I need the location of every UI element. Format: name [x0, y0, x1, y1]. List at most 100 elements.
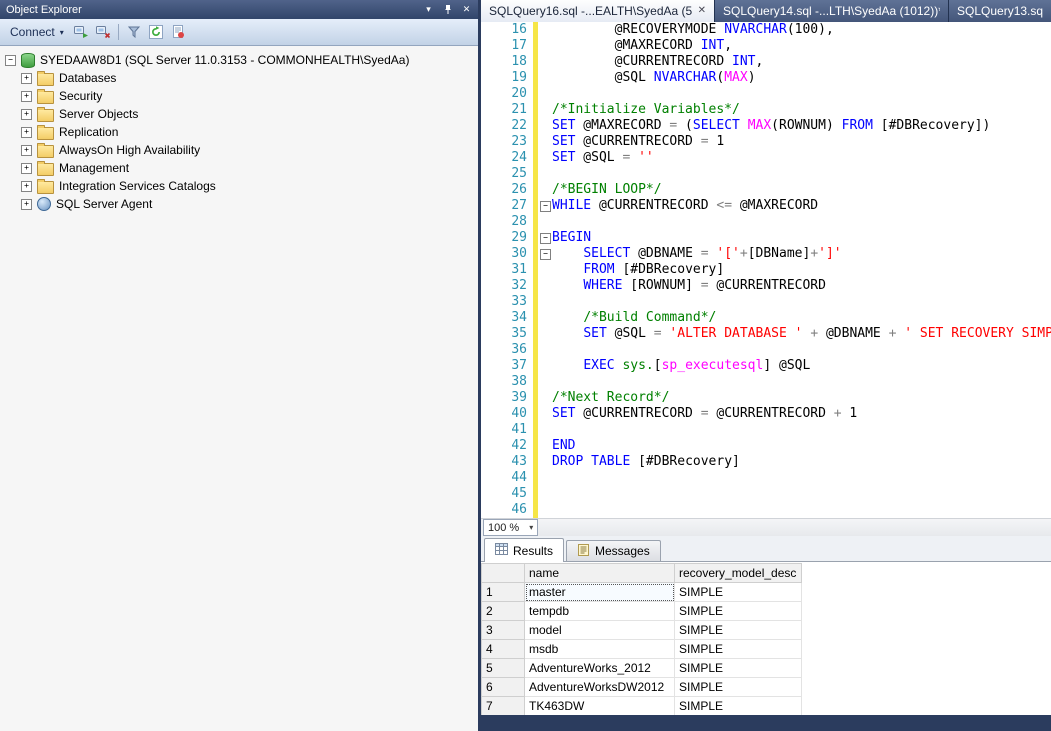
row-header-cell[interactable]: 2	[482, 602, 525, 621]
code-line[interactable]: 44	[481, 470, 1051, 486]
code-line[interactable]: 46	[481, 502, 1051, 518]
line-number: 35	[481, 326, 533, 342]
collapse-icon[interactable]: −	[540, 201, 551, 212]
code-line[interactable]: 19 @SQL NVARCHAR(MAX)	[481, 70, 1051, 86]
tree-node-server[interactable]: −SYEDAAW8D1 (SQL Server 11.0.3153 - COMM…	[0, 51, 478, 69]
code-line[interactable]: 17 @MAXRECORD INT,	[481, 38, 1051, 54]
code-token: WHILE	[552, 198, 591, 213]
sidebar-item-sql-server-agent[interactable]: +SQL Server Agent	[0, 195, 478, 213]
code-line[interactable]: 26/*BEGIN LOOP*/	[481, 182, 1051, 198]
window-menu-icon[interactable]: ▾	[421, 3, 436, 17]
collapse-icon[interactable]: −	[5, 55, 16, 66]
expand-icon[interactable]: +	[21, 163, 32, 174]
sidebar-item-security[interactable]: +Security	[0, 87, 478, 105]
sql-editor[interactable]: 16 @RECOVERYMODE NVARCHAR(100),17 @MAXRE…	[481, 22, 1051, 518]
close-icon[interactable]: ✕	[459, 3, 474, 17]
grid-cell[interactable]: SIMPLE	[675, 602, 802, 621]
sidebar-item-server-objects[interactable]: +Server Objects	[0, 105, 478, 123]
grid-cell[interactable]: SIMPLE	[675, 659, 802, 678]
zoom-control[interactable]: 100 % ▾	[483, 519, 538, 536]
grid-cell[interactable]: SIMPLE	[675, 621, 802, 640]
row-header-cell[interactable]: 5	[482, 659, 525, 678]
expand-icon[interactable]: +	[21, 73, 32, 84]
document-tab[interactable]: SQLQuery13.sql	[949, 0, 1051, 22]
reports-icon[interactable]	[168, 22, 188, 42]
connect-server-icon[interactable]	[71, 22, 91, 42]
grid-cell[interactable]: SIMPLE	[675, 678, 802, 697]
pin-icon[interactable]	[440, 3, 455, 17]
grid-cell[interactable]: TK463DW	[525, 697, 675, 716]
grid-cell[interactable]: model	[525, 621, 675, 640]
disconnect-server-icon[interactable]	[93, 22, 113, 42]
code-text: SET @SQL = ''	[552, 150, 1051, 166]
connect-button[interactable]: Connect ▾	[5, 23, 69, 41]
grid-cell[interactable]: SIMPLE	[675, 697, 802, 716]
close-icon[interactable]: ✕	[698, 6, 706, 16]
code-line[interactable]: 32 WHERE [ROWNUM] = @CURRENTRECORD	[481, 278, 1051, 294]
code-line[interactable]: 27−WHILE @CURRENTRECORD <= @MAXRECORD	[481, 198, 1051, 214]
code-line[interactable]: 33	[481, 294, 1051, 310]
filter-icon[interactable]	[124, 22, 144, 42]
code-line[interactable]: 23SET @CURRENTRECORD = 1	[481, 134, 1051, 150]
collapse-icon[interactable]: −	[540, 233, 551, 244]
grid-cell[interactable]: SIMPLE	[675, 583, 802, 602]
fold-margin	[538, 374, 552, 390]
grid-cell[interactable]: SIMPLE	[675, 640, 802, 659]
code-line[interactable]: 36	[481, 342, 1051, 358]
tab-messages[interactable]: Messages	[566, 540, 661, 561]
grid-cell[interactable]: AdventureWorksDW2012	[525, 678, 675, 697]
code-token: NVARCHAR	[724, 22, 787, 37]
code-line[interactable]: 40SET @CURRENTRECORD = @CURRENTRECORD + …	[481, 406, 1051, 422]
row-header-cell[interactable]: 7	[482, 697, 525, 716]
grid-cell[interactable]: tempdb	[525, 602, 675, 621]
grid-cell[interactable]: master	[525, 583, 675, 602]
code-line[interactable]: 20	[481, 86, 1051, 102]
row-header-cell[interactable]: 6	[482, 678, 525, 697]
horizontal-scrollbar[interactable]	[538, 519, 1051, 536]
row-header-cell[interactable]: 1	[482, 583, 525, 602]
expand-icon[interactable]: +	[21, 127, 32, 138]
row-header-cell[interactable]: 4	[482, 640, 525, 659]
refresh-icon[interactable]	[146, 22, 166, 42]
document-tab[interactable]: SQLQuery16.sql -...EALTH\SyedAa (54))*✕	[481, 0, 715, 22]
sidebar-item-replication[interactable]: +Replication	[0, 123, 478, 141]
code-line[interactable]: 43DROP TABLE [#DBRecovery]	[481, 454, 1051, 470]
sidebar-item-alwayson-high-availability[interactable]: +AlwaysOn High Availability	[0, 141, 478, 159]
code-line[interactable]: 16 @RECOVERYMODE NVARCHAR(100),	[481, 22, 1051, 38]
expand-icon[interactable]: +	[21, 199, 32, 210]
grid-header-row: namerecovery_model_desc	[482, 564, 802, 583]
row-header-cell[interactable]: 3	[482, 621, 525, 640]
grid-column-header[interactable]: name	[525, 564, 675, 583]
grid-corner-cell[interactable]	[482, 564, 525, 583]
code-line[interactable]: 30− SELECT @DBNAME = '['+[DBName]+']'	[481, 246, 1051, 262]
code-line[interactable]: 18 @CURRENTRECORD INT,	[481, 54, 1051, 70]
grid-cell[interactable]: msdb	[525, 640, 675, 659]
expand-icon[interactable]: +	[21, 181, 32, 192]
grid-cell[interactable]: AdventureWorks_2012	[525, 659, 675, 678]
code-line[interactable]: 24SET @SQL = ''	[481, 150, 1051, 166]
expand-icon[interactable]: +	[21, 109, 32, 120]
code-line[interactable]: 41	[481, 422, 1051, 438]
code-line[interactable]: 29−BEGIN	[481, 230, 1051, 246]
sidebar-item-integration-services-catalogs[interactable]: +Integration Services Catalogs	[0, 177, 478, 195]
code-line[interactable]: 28	[481, 214, 1051, 230]
tab-results[interactable]: Results	[484, 538, 564, 562]
sidebar-item-databases[interactable]: +Databases	[0, 69, 478, 87]
code-line[interactable]: 35 SET @SQL = 'ALTER DATABASE ' + @DBNAM…	[481, 326, 1051, 342]
code-line[interactable]: 25	[481, 166, 1051, 182]
grid-column-header[interactable]: recovery_model_desc	[675, 564, 802, 583]
code-line[interactable]: 34 /*Build Command*/	[481, 310, 1051, 326]
code-line[interactable]: 38	[481, 374, 1051, 390]
document-tab[interactable]: SQLQuery14.sql -...LTH\SyedAa (1012))*	[715, 0, 949, 22]
code-line[interactable]: 42END	[481, 438, 1051, 454]
code-line[interactable]: 31 FROM [#DBRecovery]	[481, 262, 1051, 278]
code-line[interactable]: 45	[481, 486, 1051, 502]
expand-icon[interactable]: +	[21, 145, 32, 156]
collapse-icon[interactable]: −	[540, 249, 551, 260]
code-line[interactable]: 37 EXEC sys.[sp_executesql] @SQL	[481, 358, 1051, 374]
code-line[interactable]: 22SET @MAXRECORD = (SELECT MAX(ROWNUM) F…	[481, 118, 1051, 134]
sidebar-item-management[interactable]: +Management	[0, 159, 478, 177]
code-line[interactable]: 39/*Next Record*/	[481, 390, 1051, 406]
expand-icon[interactable]: +	[21, 91, 32, 102]
code-line[interactable]: 21/*Initialize Variables*/	[481, 102, 1051, 118]
